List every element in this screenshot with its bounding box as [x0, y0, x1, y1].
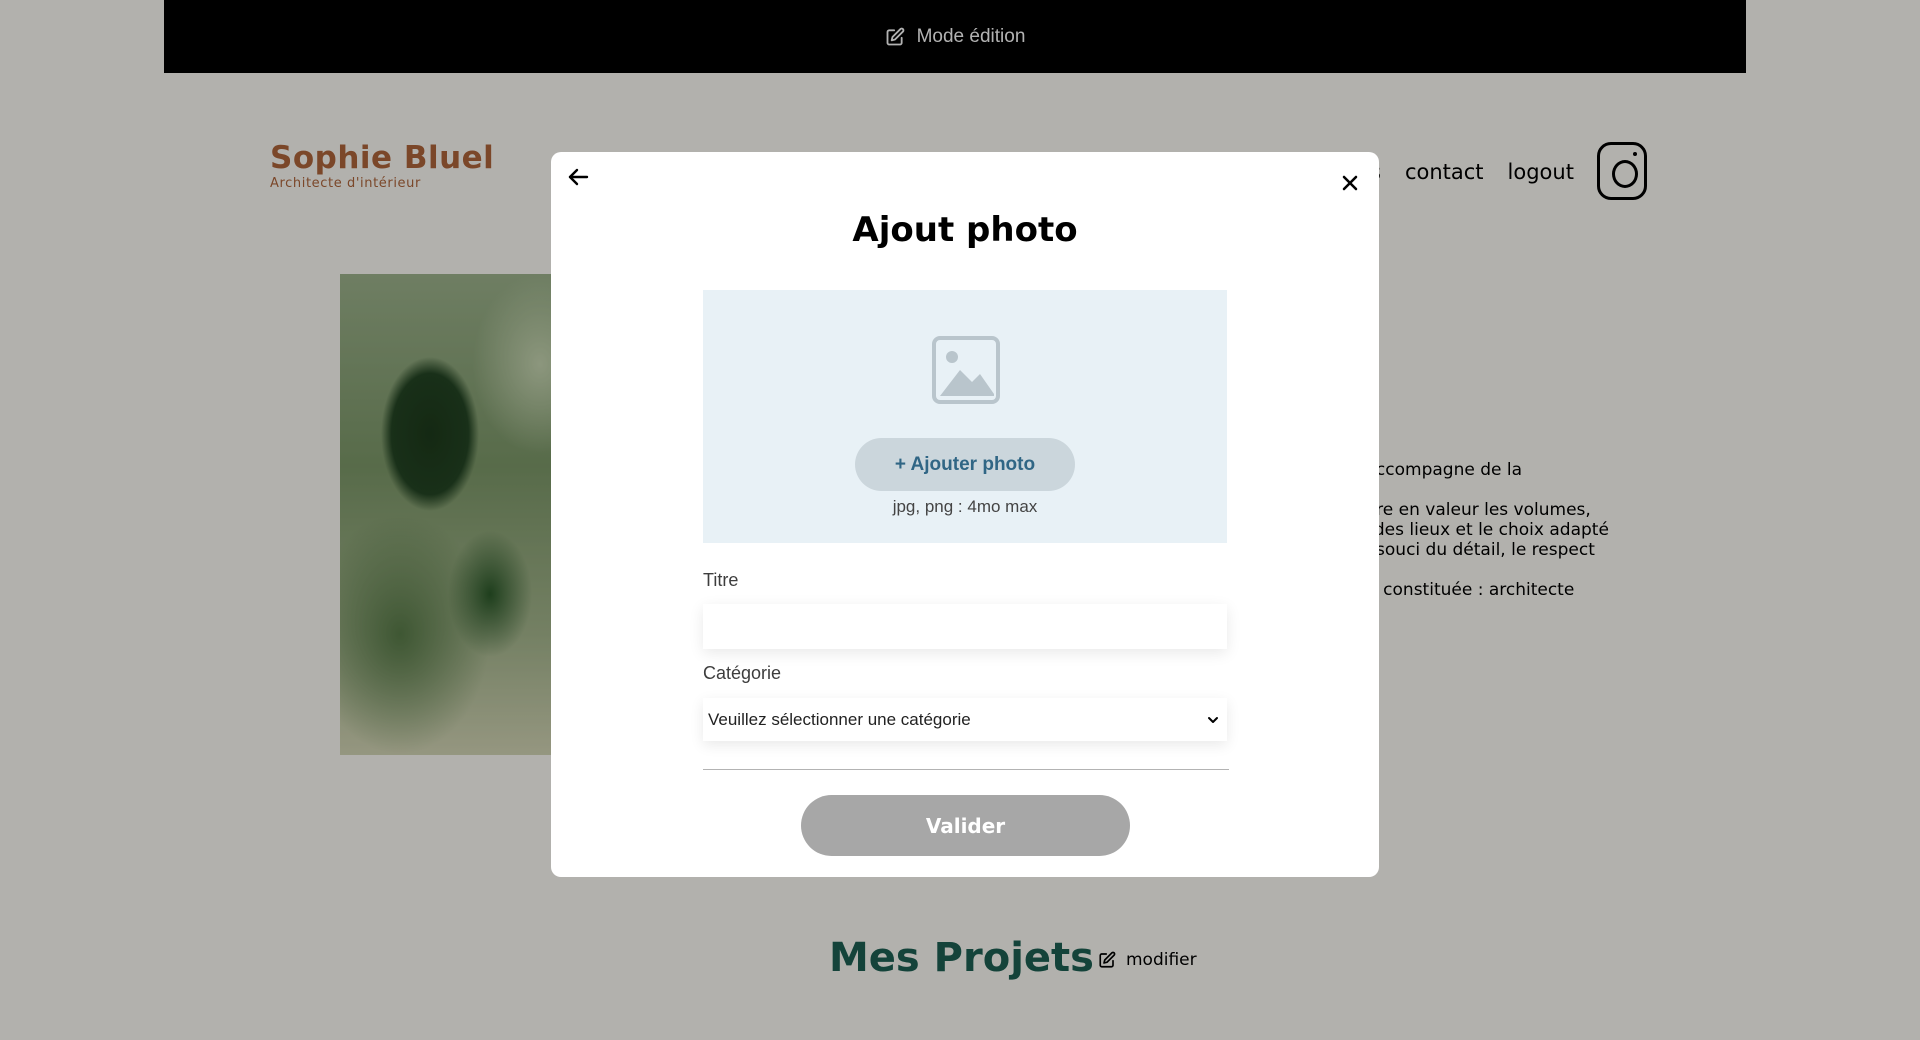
- back-button[interactable]: [563, 162, 593, 192]
- title-input[interactable]: [703, 604, 1227, 649]
- close-button[interactable]: [1337, 170, 1363, 196]
- photo-upload-area[interactable]: + Ajouter photo jpg, png : 4mo max: [703, 290, 1227, 543]
- modal-title: Ajout photo: [852, 210, 1078, 250]
- category-select[interactable]: Veuillez sélectionner une catégorie: [703, 698, 1227, 741]
- submit-button[interactable]: Valider: [801, 795, 1130, 856]
- arrow-left-icon: [568, 168, 589, 186]
- upload-hint: jpg, png : 4mo max: [892, 497, 1038, 516]
- category-selected-value: Veuillez sélectionner une catégorie: [708, 709, 971, 729]
- add-photo-button[interactable]: + Ajouter photo: [855, 438, 1075, 491]
- close-icon: [1342, 175, 1358, 191]
- add-photo-modal: Ajout photo + Ajouter photo jpg, png : 4…: [551, 152, 1379, 877]
- title-label: Titre: [703, 570, 739, 590]
- form-divider: [703, 769, 1229, 770]
- image-placeholder-icon: [932, 336, 1000, 404]
- category-label: Catégorie: [703, 663, 782, 683]
- chevron-down-icon: [1208, 716, 1218, 723]
